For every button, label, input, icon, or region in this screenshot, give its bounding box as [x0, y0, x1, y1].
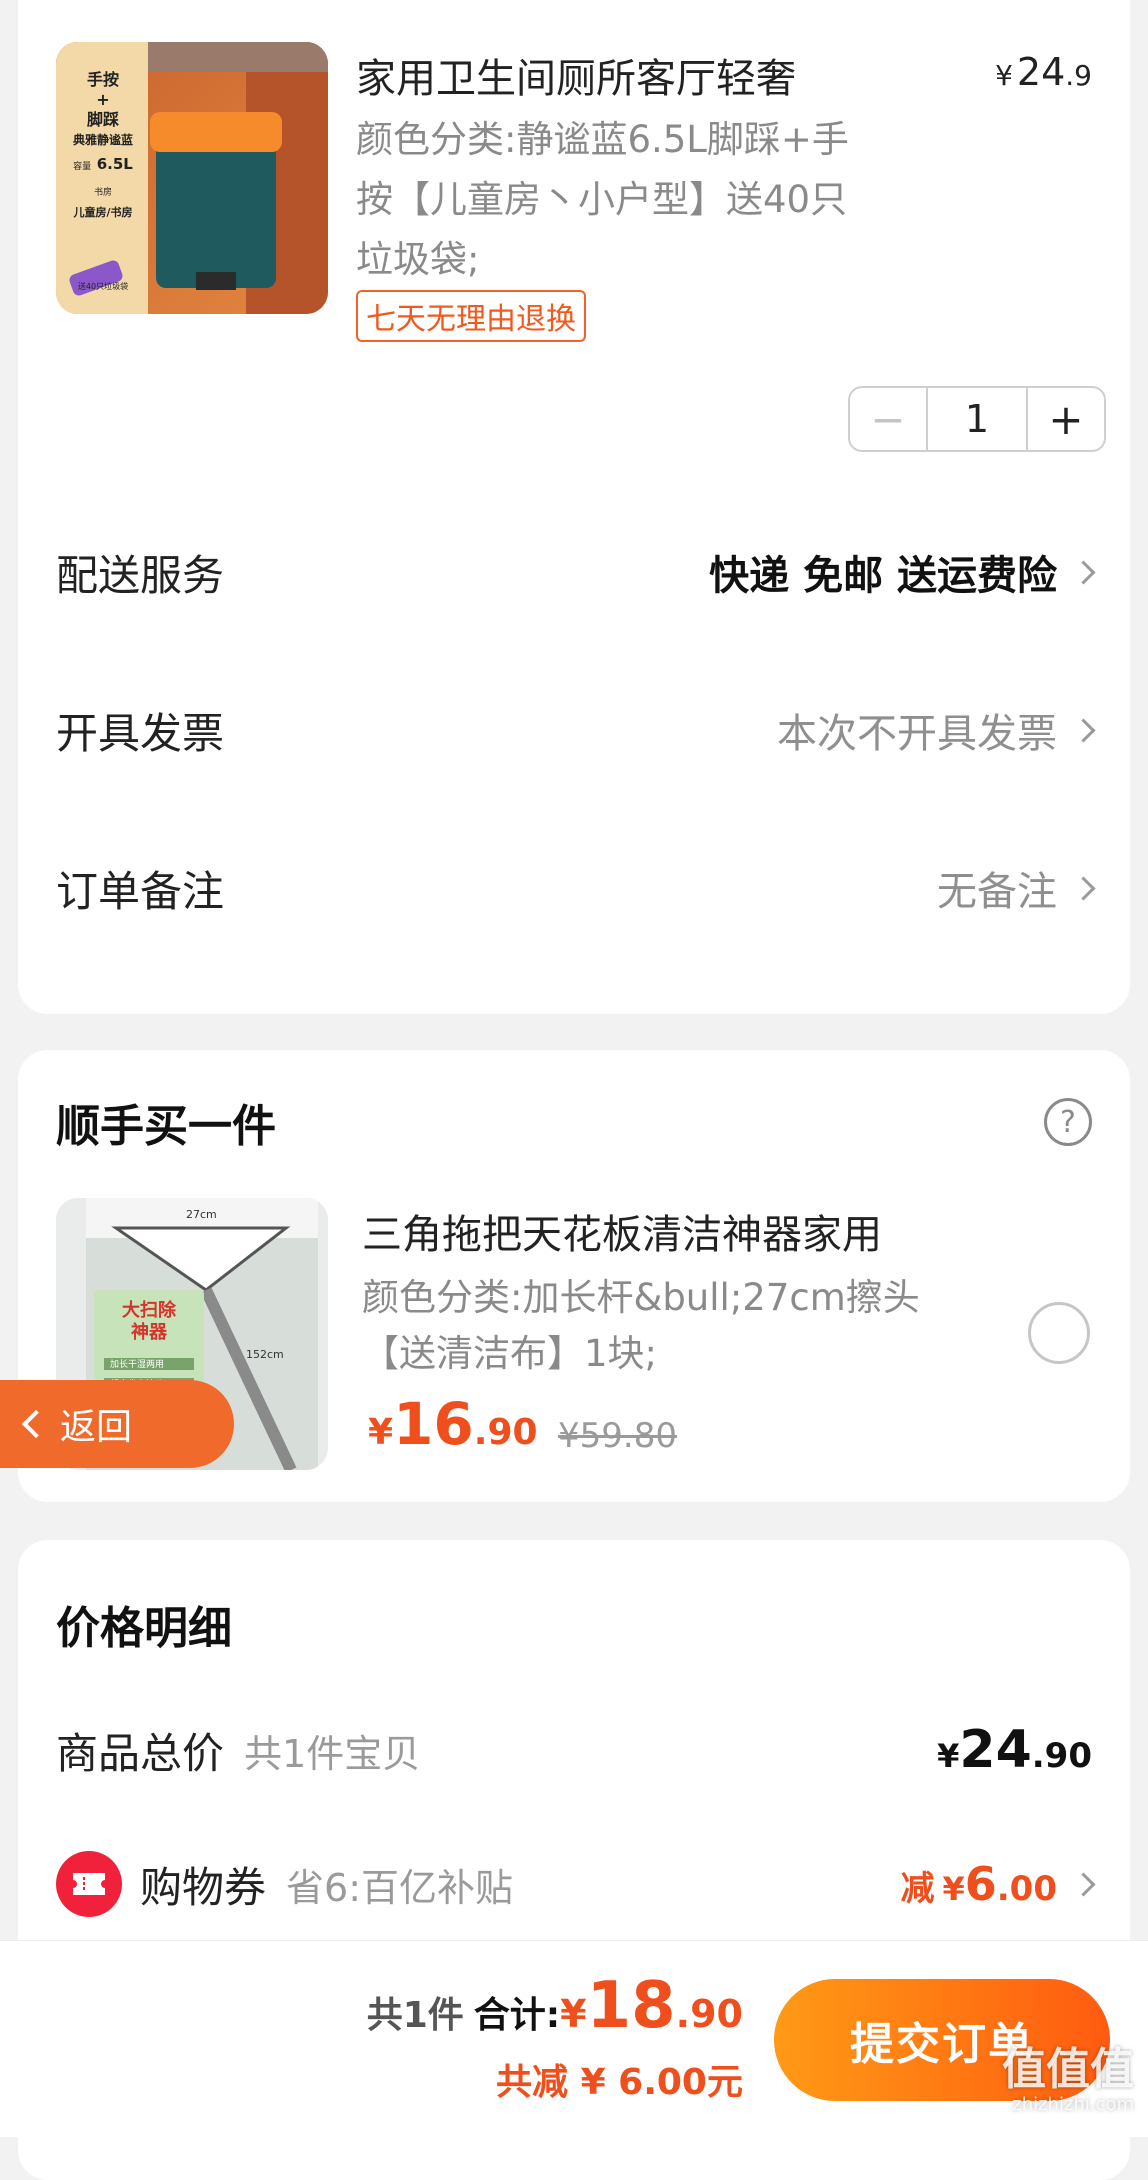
price-decimal: .00 — [996, 1869, 1057, 1909]
invoice-row[interactable]: 开具发票 本次不开具发票 — [56, 690, 1096, 770]
addon-section-title: 顺手买一件 — [56, 1101, 276, 1152]
order-note-label: 订单备注 — [56, 866, 225, 916]
help-icon[interactable]: ? — [1044, 1098, 1092, 1146]
chevron-right-icon — [1071, 559, 1096, 585]
increase-button[interactable]: + — [1028, 388, 1104, 450]
product-price: ¥24.9 — [995, 50, 1092, 94]
delivery-value: 快递 免邮 送运费险 — [709, 553, 1057, 599]
coupon-discount: 减 ¥6.00 — [900, 1857, 1096, 1911]
product-title[interactable]: 家用卫生间厕所客厅轻奢 — [356, 46, 796, 104]
price-integer: 24 — [1016, 50, 1066, 94]
addon-select-radio[interactable] — [1028, 1302, 1090, 1364]
addon-price: ¥16.90 — [368, 1390, 538, 1458]
image-tag-room: 儿童房/书房 — [73, 206, 133, 219]
back-button[interactable]: 返回 — [0, 1380, 234, 1468]
price-currency: ¥ — [942, 1870, 965, 1908]
image-line1: 加长干湿两用 — [110, 1360, 165, 1370]
product-spec-line: 颜色分类:静谧蓝6.5L脚踩+手 — [356, 118, 849, 161]
price-integer: 6 — [964, 1857, 997, 1911]
image-tag-room-label: 书房 — [93, 188, 112, 198]
total-label: 合计: — [473, 1995, 561, 2036]
coupon-row[interactable]: 购物券 省6:百亿补贴 减 ¥6.00 — [56, 1844, 1096, 1924]
image-tag-gift: 送40只垃圾袋 — [77, 282, 129, 291]
total-saved: 共减 ¥ 6.00元 — [496, 2062, 743, 2103]
product-spec[interactable]: 颜色分类:静谧蓝6.5L脚踩+手 按【儿童房丶小户型】送40只 垃圾袋; — [356, 110, 936, 290]
image-tag-plus: + — [96, 90, 110, 109]
addon-original-price: ¥59.80 — [558, 1416, 677, 1456]
addon-item-spec[interactable]: 颜色分类:加长杆&bull;27cm擦头 【送清洁布】1块; — [362, 1270, 1002, 1382]
product-spec-line: 按【儿童房丶小户型】送40只 — [356, 178, 848, 221]
item-count: 共1件 — [366, 1995, 464, 2036]
image-tag-top: 手按 — [86, 70, 119, 89]
chevron-right-icon — [1071, 717, 1096, 743]
subtotal-amount: ¥24.90 — [937, 1720, 1092, 1780]
price-decimal: .9 — [1065, 59, 1092, 92]
price-decimal: .90 — [1031, 1736, 1092, 1776]
discount-prefix: 减 — [900, 1869, 935, 1909]
delivery-row[interactable]: 配送服务 快递 免邮 送运费险 — [56, 532, 1096, 612]
image-tag-cap-label: 容量 — [73, 162, 92, 172]
subtotal-label: 商品总价 — [56, 1728, 225, 1778]
order-note-row[interactable]: 订单备注 无备注 — [56, 848, 1096, 928]
chevron-right-icon — [1071, 875, 1096, 901]
subtotal-row: 商品总价 共1件宝贝 ¥24.90 — [56, 1710, 1092, 1790]
coupon-note: 省6:百亿补贴 — [286, 1865, 513, 1910]
checkout-bar: 共1件 合计:¥18.90 共减 ¥ 6.00元 提交订单 — [0, 1940, 1148, 2137]
return-policy-badge: 七天无理由退换 — [356, 290, 586, 342]
price-currency: ¥ — [937, 1737, 960, 1775]
coupon-icon — [56, 1851, 122, 1917]
watermark: 值值值 zhizhizhi.com — [1002, 2048, 1134, 2114]
watermark-text: 值值值 — [1002, 2044, 1134, 2095]
addon-item-title[interactable]: 三角拖把天花板清洁神器家用 — [362, 1202, 882, 1260]
image-tag-bottom: 脚踩 — [86, 110, 119, 129]
invoice-label: 开具发票 — [56, 708, 225, 758]
product-spec-line: 垃圾袋; — [356, 238, 480, 281]
price-integer: 18 — [586, 1969, 676, 2043]
image-tag-sub: 典雅静谧蓝 — [72, 133, 133, 147]
chevron-left-icon — [21, 1409, 51, 1439]
image-size-side: 152cm — [246, 1348, 284, 1361]
price-detail-title: 价格明细 — [56, 1603, 232, 1654]
product-thumbnail[interactable]: 手按 + 脚踩 典雅静谧蓝 容量 6.5L 书房 儿童房/书房 送40只垃圾袋 — [56, 42, 328, 314]
back-button-label: 返回 — [60, 1407, 133, 1448]
price-integer: 24 — [959, 1720, 1032, 1780]
price-currency: ¥ — [368, 1412, 394, 1453]
price-currency: ¥ — [560, 1992, 587, 2036]
image-tag1: 大扫除 — [122, 1300, 176, 1321]
addon-spec-line: 颜色分类:加长杆&bull;27cm擦头 — [362, 1276, 920, 1319]
subtotal-note: 共1件宝贝 — [244, 1731, 421, 1776]
quantity-stepper: − 1 + — [848, 386, 1106, 452]
order-note-value: 无备注 — [937, 869, 1057, 915]
order-total: 共1件 合计:¥18.90 — [367, 1969, 743, 2043]
price-integer: 16 — [393, 1390, 474, 1458]
price-decimal: .90 — [473, 1412, 538, 1453]
chevron-right-icon — [1071, 1871, 1096, 1897]
coupon-label: 购物券 — [140, 1862, 267, 1912]
price-decimal: .90 — [675, 1992, 743, 2036]
quantity-value[interactable]: 1 — [926, 388, 1028, 450]
delivery-label: 配送服务 — [56, 550, 225, 600]
image-size-top: 27cm — [186, 1208, 217, 1221]
decrease-button[interactable]: − — [850, 388, 926, 450]
price-currency: ¥ — [995, 59, 1013, 92]
product-card: 手按 + 脚踩 典雅静谧蓝 容量 6.5L 书房 儿童房/书房 送40只垃圾袋 … — [18, 0, 1130, 1014]
watermark-url: zhizhizhi.com — [1012, 2094, 1134, 2115]
addon-spec-line: 【送清洁布】1块; — [362, 1332, 658, 1375]
image-tag-cap: 6.5L — [96, 155, 133, 173]
invoice-value: 本次不开具发票 — [777, 711, 1057, 757]
image-tag2: 神器 — [131, 1322, 167, 1343]
